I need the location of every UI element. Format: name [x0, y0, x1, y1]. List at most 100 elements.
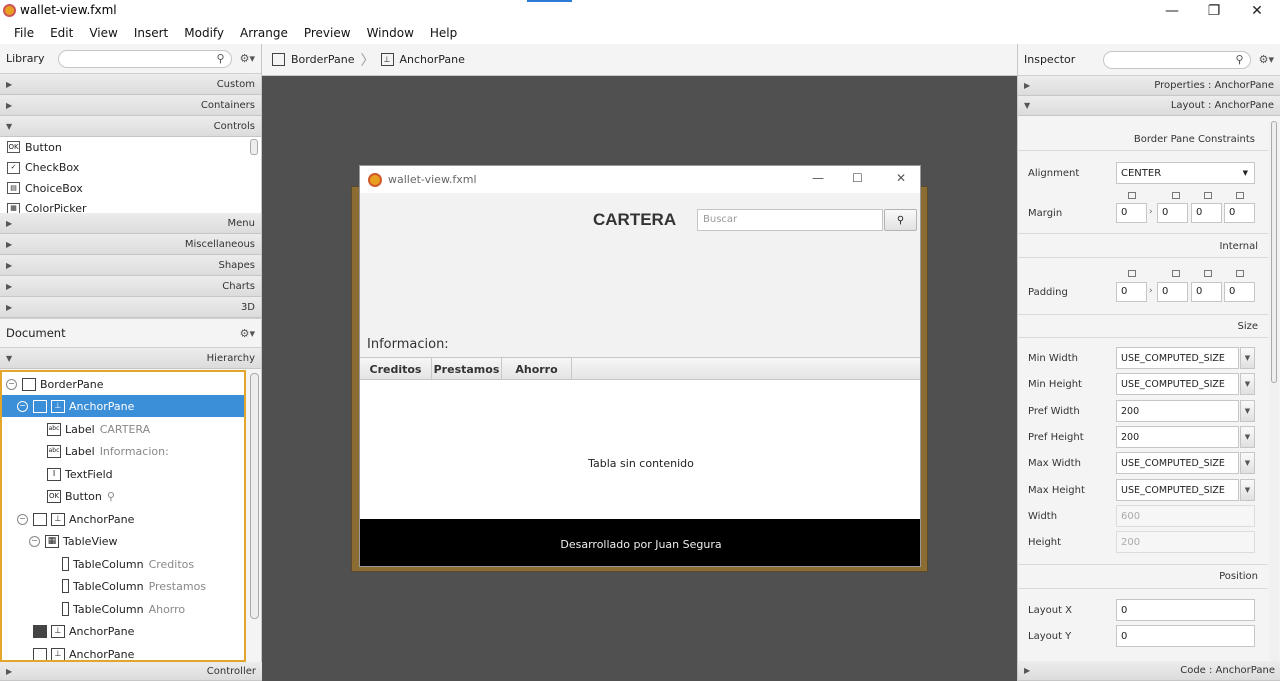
controller-section[interactable]: ▶ Controller [0, 662, 262, 681]
chevron-down-icon[interactable]: ▼ [1240, 373, 1255, 395]
layout-section[interactable]: ▼ Layout : AnchorPane [1018, 96, 1280, 116]
minimize-button[interactable]: — [1149, 0, 1195, 22]
tree-row-button[interactable]: OK Button ⚲ [2, 485, 244, 507]
menu-window[interactable]: Window [359, 26, 422, 40]
margin-bottom-field[interactable]: 0 [1191, 203, 1222, 223]
tree-row-label-informacion[interactable]: abc Label Informacion: [2, 440, 244, 462]
tree-row-tablecolumn-prestamos[interactable]: TableColumn Prestamos [2, 575, 244, 597]
menu-edit[interactable]: Edit [42, 26, 81, 40]
library-section-menu[interactable]: ▶ Menu [0, 213, 261, 234]
library-section-controls[interactable]: ▼ Controls [0, 116, 261, 137]
menu-insert[interactable]: Insert [126, 26, 176, 40]
breadcrumb-anchorpane[interactable]: AnchorPane [400, 53, 465, 66]
tree-row-anchorpane-4[interactable]: ⊥ AnchorPane [2, 643, 244, 660]
search-input[interactable]: Buscar [697, 209, 883, 231]
library-section-containers[interactable]: ▶ Containers [0, 95, 261, 116]
library-item-button[interactable]: OK Button [0, 137, 261, 158]
chevron-down-icon[interactable]: ▼ [1240, 452, 1255, 474]
library-search-input[interactable]: ⚲ [58, 49, 232, 68]
library-section-3d[interactable]: ▶ 3D [0, 297, 261, 318]
margin-left-field[interactable]: 0 [1224, 203, 1255, 223]
hierarchy-scrollbar[interactable] [250, 373, 259, 619]
tree-row-anchorpane-3[interactable]: ⊥ AnchorPane [2, 620, 244, 642]
library-section-miscellaneous[interactable]: ▶ Miscellaneous [0, 234, 261, 255]
tree-row-label-cartera[interactable]: abc Label CARTERA [2, 418, 244, 440]
margin-top-field[interactable]: 0 [1116, 203, 1147, 223]
library-item-checkbox[interactable]: ✓ CheckBox [0, 157, 261, 178]
column-header-creditos[interactable]: Creditos [360, 358, 432, 380]
code-section[interactable]: ▶ Code : AnchorPane [1018, 661, 1280, 681]
column-header-prestamos[interactable]: Prestamos [432, 358, 502, 380]
padding-bottom-checkbox[interactable] [1204, 270, 1212, 277]
menu-file[interactable]: File [6, 26, 42, 40]
layout-x-field[interactable]: 0 [1116, 599, 1255, 621]
chevron-down-icon[interactable]: ▼ [1240, 426, 1255, 448]
menu-view[interactable]: View [81, 26, 125, 40]
margin-right-field[interactable]: 0 [1157, 203, 1188, 223]
tree-row-anchorpane-2[interactable]: − ⊥ AnchorPane [2, 508, 244, 530]
gear-icon[interactable]: ⚙▾ [1259, 53, 1274, 66]
gear-icon[interactable]: ⚙▾ [240, 327, 255, 340]
collapse-icon[interactable]: − [6, 378, 17, 390]
chevron-down-icon: ▼ [1242, 169, 1248, 177]
menu-modify[interactable]: Modify [176, 26, 232, 40]
tree-row-textfield[interactable]: I TextField [2, 463, 244, 485]
tree-row-borderpane[interactable]: − BorderPane [2, 373, 244, 395]
pref-width-field[interactable]: 200 [1116, 400, 1239, 422]
hierarchy-section[interactable]: ▼ Hierarchy [0, 348, 261, 369]
layout-y-field[interactable]: 0 [1116, 625, 1255, 647]
collapse-icon[interactable]: − [17, 400, 28, 412]
margin-top-checkbox[interactable] [1128, 192, 1136, 199]
margin-right-checkbox[interactable] [1172, 192, 1180, 199]
link-chevron-icon[interactable]: › [1149, 207, 1153, 217]
close-button[interactable]: ✕ [1234, 0, 1280, 22]
inspector-scrollbar[interactable] [1269, 121, 1279, 661]
max-width-field[interactable]: USE_COMPUTED_SIZE [1116, 452, 1239, 474]
search-button[interactable]: ⚲ [884, 209, 917, 231]
tree-row-anchorpane-selected[interactable]: − ⊥ AnchorPane [2, 395, 244, 417]
min-width-field[interactable]: USE_COMPUTED_SIZE [1116, 347, 1239, 369]
chevron-down-icon[interactable]: ▼ [1240, 479, 1255, 501]
chevron-down-icon[interactable]: ▼ [1240, 400, 1255, 422]
breadcrumb-borderpane[interactable]: BorderPane [291, 53, 355, 66]
gear-icon[interactable]: ⚙▾ [240, 52, 255, 65]
margin-bottom-checkbox[interactable] [1204, 192, 1212, 199]
column-header-ahorro[interactable]: Ahorro [502, 358, 572, 380]
padding-left-checkbox[interactable] [1236, 270, 1244, 277]
max-height-field[interactable]: USE_COMPUTED_SIZE [1116, 479, 1239, 501]
padding-bottom-field[interactable]: 0 [1191, 282, 1222, 302]
maximize-button[interactable]: ❐ [1191, 0, 1237, 22]
tree-row-tablecolumn-ahorro[interactable]: TableColumn Ahorro [2, 598, 244, 620]
preview-maximize-button[interactable]: ☐ [852, 171, 863, 185]
link-chevron-icon[interactable]: › [1149, 286, 1153, 296]
padding-right-field[interactable]: 0 [1157, 282, 1188, 302]
tree-row-tableview[interactable]: − ▦ TableView [2, 530, 244, 552]
library-item-choicebox[interactable]: ▤ ChoiceBox [0, 178, 261, 199]
collapse-icon[interactable]: − [29, 535, 40, 547]
library-section-charts[interactable]: ▶ Charts [0, 276, 261, 297]
padding-top-field[interactable]: 0 [1116, 282, 1147, 302]
scrollbar-thumb[interactable] [1271, 121, 1277, 383]
margin-left-checkbox[interactable] [1236, 192, 1244, 199]
padding-left-field[interactable]: 0 [1224, 282, 1255, 302]
inspector-search-input[interactable]: ⚲ [1103, 50, 1251, 69]
properties-section[interactable]: ▶ Properties : AnchorPane [1018, 76, 1280, 96]
table-view[interactable]: Creditos Prestamos Ahorro Tabla sin cont… [360, 357, 920, 519]
library-section-shapes[interactable]: ▶ Shapes [0, 255, 261, 276]
chevron-down-icon[interactable]: ▼ [1240, 347, 1255, 369]
min-height-field[interactable]: USE_COMPUTED_SIZE [1116, 373, 1239, 395]
preview-minimize-button[interactable]: — [812, 171, 824, 185]
padding-top-checkbox[interactable] [1128, 270, 1136, 277]
tree-row-tablecolumn-creditos[interactable]: TableColumn Creditos [2, 553, 244, 575]
pref-height-field[interactable]: 200 [1116, 426, 1239, 448]
alignment-dropdown[interactable]: CENTER ▼ [1116, 162, 1255, 184]
padding-right-checkbox[interactable] [1172, 270, 1180, 277]
menu-preview[interactable]: Preview [296, 26, 359, 40]
collapse-icon[interactable]: − [17, 513, 28, 525]
library-scrollbar[interactable] [250, 139, 258, 155]
library-item-colorpicker[interactable]: ▦ ColorPicker [0, 198, 261, 213]
menu-help[interactable]: Help [422, 26, 465, 40]
library-section-custom[interactable]: ▶ Custom [0, 74, 261, 95]
preview-close-button[interactable]: ✕ [896, 171, 906, 185]
menu-arrange[interactable]: Arrange [232, 26, 296, 40]
